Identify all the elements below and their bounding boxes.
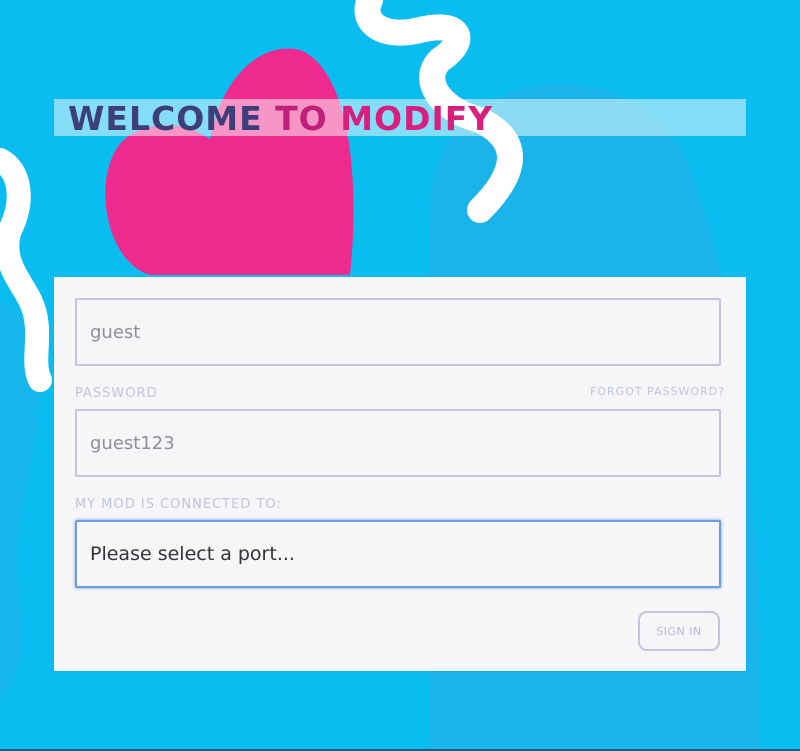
sign-in-button[interactable]: SIGN IN [638, 611, 720, 651]
username-input[interactable]: guest [75, 298, 721, 366]
pink-heart [105, 48, 354, 275]
password-label: PASSWORD [75, 386, 158, 401]
title-word-to: TO [275, 99, 341, 138]
port-label: MY MOD IS CONNECTED TO: [75, 497, 282, 512]
port-select[interactable]: Please select a port... [75, 520, 721, 588]
login-card: guest PASSWORD FORGOT PASSWORD? guest123… [54, 277, 746, 671]
login-screen: WELCOME TO MODIFY guest PASSWORD FORGOT … [0, 0, 800, 751]
title-word-welcome: WELCOME [68, 99, 276, 138]
title-word-modify: MODIFY [340, 99, 494, 138]
username-value: guest [90, 321, 141, 343]
port-select-value: Please select a port... [90, 543, 295, 565]
forgot-password-link[interactable]: FORGOT PASSWORD? [590, 385, 725, 398]
page-title: WELCOME TO MODIFY [68, 99, 494, 138]
password-value: guest123 [90, 432, 175, 454]
password-input[interactable]: guest123 [75, 409, 721, 477]
